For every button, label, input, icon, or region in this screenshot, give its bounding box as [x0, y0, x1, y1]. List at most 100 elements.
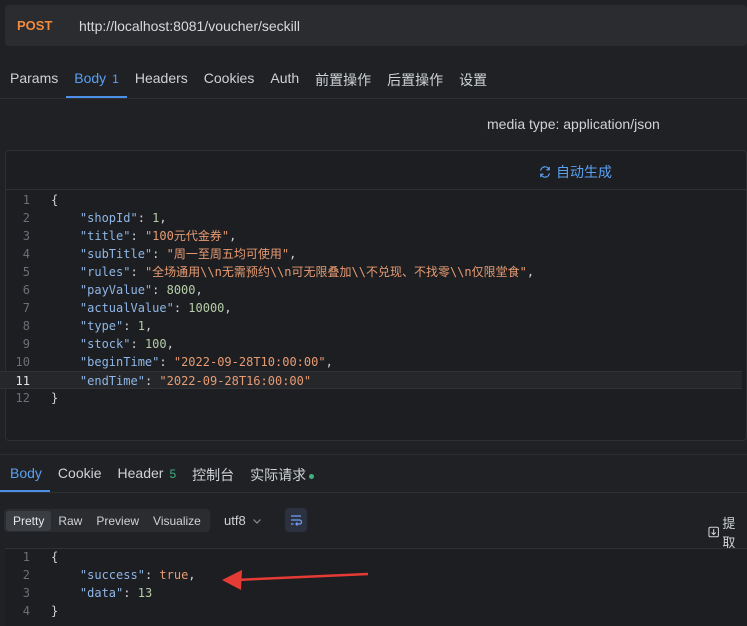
- line-content: "endTime": "2022-09-28T16:00:00": [79, 374, 312, 388]
- tab-pre-request[interactable]: 前置操作: [307, 62, 379, 98]
- divider: [0, 98, 747, 99]
- tab-response-body[interactable]: Body: [0, 456, 50, 492]
- code-line: 4 "subTitle": "周一至周五均可使用",: [0, 245, 742, 263]
- code-line: 11 "endTime": "2022-09-28T16:00:00": [0, 371, 742, 389]
- tab-count-badge: 5: [169, 467, 177, 481]
- line-number: 3: [22, 229, 30, 243]
- response-body-code: 1{2 "success": true, 3 "data": 13 4}: [0, 548, 742, 620]
- line-content: "payValue": 8000,: [79, 283, 203, 297]
- line-content: "stock": 100,: [79, 337, 174, 351]
- code-line: 1{: [0, 548, 742, 566]
- tab-cookies[interactable]: Cookies: [196, 62, 263, 98]
- line-number: 4: [22, 604, 30, 618]
- format-pretty-button[interactable]: Pretty: [6, 510, 52, 531]
- tab-response-cookie[interactable]: Cookie: [50, 456, 110, 492]
- tab-label: Params: [10, 70, 59, 86]
- tab-label: Header: [117, 465, 164, 481]
- line-content: {: [51, 193, 59, 207]
- tab-post-request[interactable]: 后置操作: [379, 62, 451, 98]
- tab-settings[interactable]: 设置: [451, 62, 495, 98]
- refresh-icon: [540, 166, 550, 178]
- chevron-down-icon: [252, 518, 261, 524]
- code-line: 3 "data": 13: [0, 584, 742, 602]
- tab-label: 设置: [459, 72, 488, 88]
- tab-label: 控制台: [192, 467, 235, 483]
- code-line: 9 "stock": 100,: [0, 335, 742, 353]
- line-content: "success": true,: [79, 568, 196, 582]
- tab-auth[interactable]: Auth: [262, 62, 307, 98]
- line-number: 7: [22, 301, 30, 315]
- format-visualize-button[interactable]: Visualize: [146, 511, 208, 531]
- tab-console[interactable]: 控制台: [184, 456, 242, 492]
- code-line: 6 "payValue": 8000,: [0, 281, 742, 299]
- tab-label: 后置操作: [387, 72, 444, 88]
- tab-body[interactable]: Body 1: [66, 62, 127, 98]
- extract-button[interactable]: 提取: [708, 513, 747, 551]
- editor-header: 自动生成: [6, 151, 746, 190]
- tab-headers[interactable]: Headers: [127, 62, 196, 98]
- tab-label: Headers: [134, 70, 188, 86]
- code-line: 12}: [0, 389, 742, 407]
- format-toggle-group: Pretty Raw Preview Visualize: [4, 509, 210, 532]
- tab-label: Cookie: [57, 465, 102, 481]
- divider: [0, 454, 747, 455]
- line-content: "beginTime": "2022-09-28T10:00:00",: [79, 355, 333, 369]
- line-content: }: [51, 391, 59, 405]
- line-number: 3: [22, 586, 30, 600]
- divider: [0, 492, 747, 493]
- wrap-icon: [291, 515, 303, 526]
- code-line: 5 "rules": "全场通用\\n无需预约\\n可无限叠加\\不兑现、不找零…: [0, 263, 742, 281]
- line-content: "title": "100元代金券",: [79, 229, 237, 243]
- line-content: "data": 13: [79, 586, 153, 600]
- auto-generate-label: 自动生成: [556, 164, 612, 180]
- request-tabs: Params Body 1 Headers Cookies Auth 前置操作 后…: [0, 62, 495, 98]
- line-number: 8: [22, 319, 30, 333]
- tab-params[interactable]: Params: [0, 62, 66, 98]
- extract-icon: [708, 526, 719, 538]
- extract-label: 提取: [722, 516, 736, 550]
- line-number: 9: [22, 337, 30, 351]
- code-line: 10 "beginTime": "2022-09-28T10:00:00",: [0, 353, 742, 371]
- line-number: 5: [22, 265, 30, 279]
- tab-label: Body: [74, 70, 107, 86]
- encoding-select[interactable]: utf8: [224, 513, 262, 528]
- line-content: "rules": "全场通用\\n无需预约\\n可无限叠加\\不兑现、不找零\\…: [79, 265, 535, 279]
- encoding-value: utf8: [224, 513, 246, 528]
- auto-generate-button[interactable]: 自动生成: [538, 162, 612, 182]
- tab-response-header[interactable]: Header 5: [110, 456, 185, 492]
- line-number: 2: [22, 568, 30, 582]
- tab-actual-request[interactable]: 实际请求: [242, 456, 322, 492]
- code-line: 1{: [0, 191, 742, 209]
- line-content: }: [51, 604, 59, 618]
- line-content: {: [51, 550, 59, 564]
- code-line: 4}: [0, 602, 742, 620]
- api-client-window: POST http://localhost:8081/voucher/secki…: [0, 0, 747, 626]
- line-content: "actualValue": 10000,: [79, 301, 232, 315]
- code-line: 2 "success": true,: [0, 566, 742, 584]
- tab-label: 实际请求: [250, 467, 307, 483]
- code-line: 7 "actualValue": 10000,: [0, 299, 742, 317]
- format-preview-button[interactable]: Preview: [89, 511, 146, 531]
- code-line: 3 "title": "100元代金券",: [0, 227, 742, 245]
- format-raw-button[interactable]: Raw: [51, 511, 89, 531]
- http-method-select[interactable]: POST: [17, 18, 79, 33]
- tab-label: Cookies: [203, 70, 255, 86]
- tab-label: Body: [10, 465, 42, 481]
- line-number: 4: [22, 247, 30, 261]
- line-number: 2: [22, 211, 30, 225]
- line-number: 1: [22, 193, 30, 207]
- line-number: 6: [22, 283, 30, 297]
- line-number: 10: [15, 355, 30, 369]
- line-content: "subTitle": "周一至周五均可使用",: [79, 247, 297, 261]
- response-tabs: Body Cookie Header 5 控制台 实际请求: [0, 456, 322, 492]
- word-wrap-button[interactable]: [285, 508, 307, 532]
- request-body-code: 1{2 "shopId": 1, 3 "title": "100元代金券", 4 "…: [0, 191, 742, 407]
- tab-label: Auth: [270, 70, 300, 86]
- url-input[interactable]: http://localhost:8081/voucher/seckill: [79, 18, 300, 34]
- code-line: 8 "type": 1,: [0, 317, 742, 335]
- tab-label: 前置操作: [315, 72, 372, 88]
- url-bar[interactable]: POST http://localhost:8081/voucher/secki…: [5, 5, 747, 46]
- status-dot: [309, 473, 315, 479]
- line-content: "shopId": 1,: [79, 211, 167, 225]
- line-number: 1: [22, 550, 30, 564]
